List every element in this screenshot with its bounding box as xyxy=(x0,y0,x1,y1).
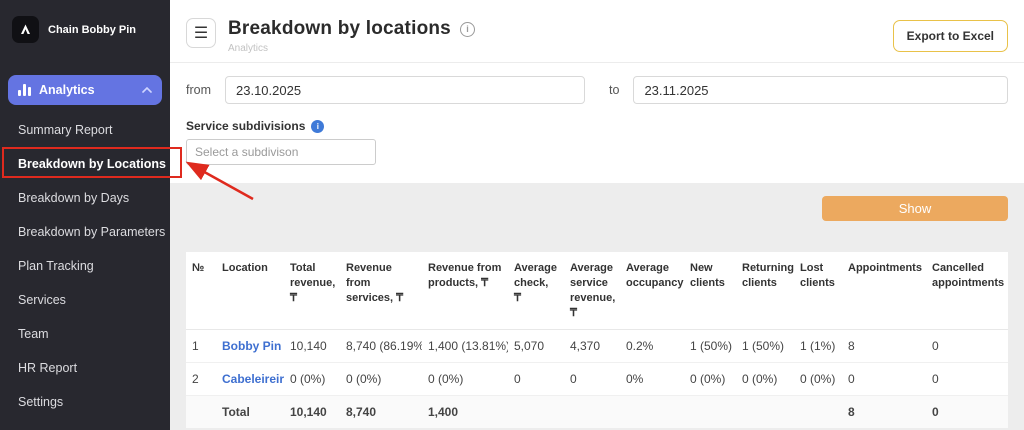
table-cell: 8,740 xyxy=(340,396,422,429)
sidebar-item-plan-tracking[interactable]: Plan Tracking xyxy=(0,249,170,283)
company-name: Chain Bobby Pin xyxy=(48,24,136,36)
sidebar-item-breakdown-by-days[interactable]: Breakdown by Days xyxy=(0,181,170,215)
table-header-cell: Location xyxy=(216,252,284,330)
subdivisions-info-icon[interactable]: i xyxy=(311,120,324,133)
table-header-cell: New clients xyxy=(684,252,736,330)
table-cell: 0 xyxy=(842,363,926,396)
sidebar-item-breakdown-by-parameters[interactable]: Breakdown by Parameters xyxy=(0,215,170,249)
table-cell: 10,140 xyxy=(284,330,340,363)
locations-table-card: №LocationTotal revenue, ₸Revenue from se… xyxy=(186,252,1008,428)
table-cell: 8 xyxy=(842,396,926,429)
table-header-cell: Revenue from products, ₸ xyxy=(422,252,508,330)
page-header: ☰ Breakdown by locations i Analytics Exp… xyxy=(170,0,1024,62)
results-panel: Show №LocationTotal revenue, ₸Revenue fr… xyxy=(170,183,1024,430)
locations-table: №LocationTotal revenue, ₸Revenue from se… xyxy=(186,252,1008,428)
location-link[interactable]: Cabeleireiro xyxy=(222,372,284,386)
date-to-input[interactable] xyxy=(633,76,1008,104)
hamburger-icon: ☰ xyxy=(194,23,208,43)
table-header-cell: Average check, ₸ xyxy=(508,252,564,330)
app-logo[interactable]: Chain Bobby Pin xyxy=(0,0,170,57)
table-cell: 0 (0%) xyxy=(794,363,842,396)
table-cell: 0 (0%) xyxy=(736,363,794,396)
table-header-cell: Returning clients xyxy=(736,252,794,330)
analytics-label: Analytics xyxy=(39,83,95,97)
table-cell: 1 (50%) xyxy=(684,330,736,363)
export-to-excel-button[interactable]: Export to Excel xyxy=(893,20,1008,52)
sidebar-menu: Summary ReportBreakdown by LocationsBrea… xyxy=(0,113,170,419)
table-cell: 0 xyxy=(926,330,1008,363)
table-header-cell: Average service revenue, ₸ xyxy=(564,252,620,330)
table-cell xyxy=(564,396,620,429)
table-cell: 0 (0%) xyxy=(340,363,422,396)
sidebar-item-team[interactable]: Team xyxy=(0,317,170,351)
sidebar-item-analytics[interactable]: Analytics xyxy=(8,75,162,105)
row-number-cell: 1 xyxy=(186,330,216,363)
sidebar: Chain Bobby Pin Analytics Summary Report… xyxy=(0,0,170,430)
table-cell xyxy=(736,396,794,429)
row-number-cell: 2 xyxy=(186,363,216,396)
table-header-cell: Revenue from services, ₸ xyxy=(340,252,422,330)
table-row: 2Cabeleireiro0 (0%)0 (0%)0 (0%)000%0 (0%… xyxy=(186,363,1008,396)
table-header-cell: № xyxy=(186,252,216,330)
sidebar-item-settings[interactable]: Settings xyxy=(0,385,170,419)
table-cell: 10,140 xyxy=(284,396,340,429)
page-title: Breakdown by locations xyxy=(228,18,451,40)
table-cell: 0 xyxy=(508,363,564,396)
from-label: from xyxy=(186,83,211,97)
service-subdivisions-label: Service subdivisions i xyxy=(170,104,1024,139)
service-subdivisions-text: Service subdivisions xyxy=(186,119,305,133)
location-cell: Cabeleireiro xyxy=(216,363,284,396)
sidebar-item-services[interactable]: Services xyxy=(0,283,170,317)
table-cell: 1,400 (13.81%) xyxy=(422,330,508,363)
table-header-cell: Cancelled appointments xyxy=(926,252,1008,330)
subdivision-select[interactable]: Select a subdivison xyxy=(186,139,376,165)
table-cell: 0 xyxy=(926,363,1008,396)
date-filters: from to xyxy=(170,63,1024,104)
breadcrumb: Analytics xyxy=(228,43,475,54)
table-cell: 0.2% xyxy=(620,330,684,363)
table-cell: 0 (0%) xyxy=(284,363,340,396)
table-cell: 5,070 xyxy=(508,330,564,363)
table-cell xyxy=(794,396,842,429)
table-body: 1Bobby Pin10,1408,740 (86.19%)1,400 (13.… xyxy=(186,330,1008,429)
sidebar-item-hr-report[interactable]: HR Report xyxy=(0,351,170,385)
table-total-row: Total10,1408,7401,400 80 xyxy=(186,396,1008,429)
table-cell: 1 (1%) xyxy=(794,330,842,363)
analytics-chart-icon xyxy=(18,84,31,96)
main-content: ☰ Breakdown by locations i Analytics Exp… xyxy=(170,0,1024,430)
table-cell xyxy=(620,396,684,429)
table-cell: 1,400 xyxy=(422,396,508,429)
table-row: 1 Bobby Pin10,1408,740 (86.19%)1,400 (13.… xyxy=(186,330,1008,363)
table-cell: 8,740 (86.19%) xyxy=(340,330,422,363)
app-logo-icon xyxy=(12,16,39,43)
chevron-up-icon xyxy=(142,87,152,93)
table-cell: 4,370 xyxy=(564,330,620,363)
table-cell xyxy=(508,396,564,429)
table-cell: 0% xyxy=(620,363,684,396)
table-cell: 0 (0%) xyxy=(684,363,736,396)
table-cell: 0 xyxy=(564,363,620,396)
table-header-cell: Average occupancy xyxy=(620,252,684,330)
table-cell: 0 (0%) xyxy=(422,363,508,396)
table-cell: 0 xyxy=(926,396,1008,429)
row-number-cell xyxy=(186,396,216,429)
location-link[interactable]: Bobby Pin xyxy=(222,339,281,353)
total-label-cell: Total xyxy=(216,396,284,429)
date-from-input[interactable] xyxy=(225,76,585,104)
show-button[interactable]: Show xyxy=(822,196,1008,221)
location-cell: Bobby Pin xyxy=(216,330,284,363)
sidebar-item-breakdown-by-locations[interactable]: Breakdown by Locations xyxy=(0,147,170,181)
table-header-cell: Appointments xyxy=(842,252,926,330)
table-cell: 1 (50%) xyxy=(736,330,794,363)
table-cell: 8 xyxy=(842,330,926,363)
sidebar-item-summary-report[interactable]: Summary Report xyxy=(0,113,170,147)
menu-toggle-button[interactable]: ☰ xyxy=(186,18,216,48)
table-cell xyxy=(684,396,736,429)
table-header-row: №LocationTotal revenue, ₸Revenue from se… xyxy=(186,252,1008,330)
table-header-cell: Total revenue, ₸ xyxy=(284,252,340,330)
to-label: to xyxy=(609,83,619,97)
table-header-cell: Lost clients xyxy=(794,252,842,330)
title-info-icon[interactable]: i xyxy=(460,22,475,37)
